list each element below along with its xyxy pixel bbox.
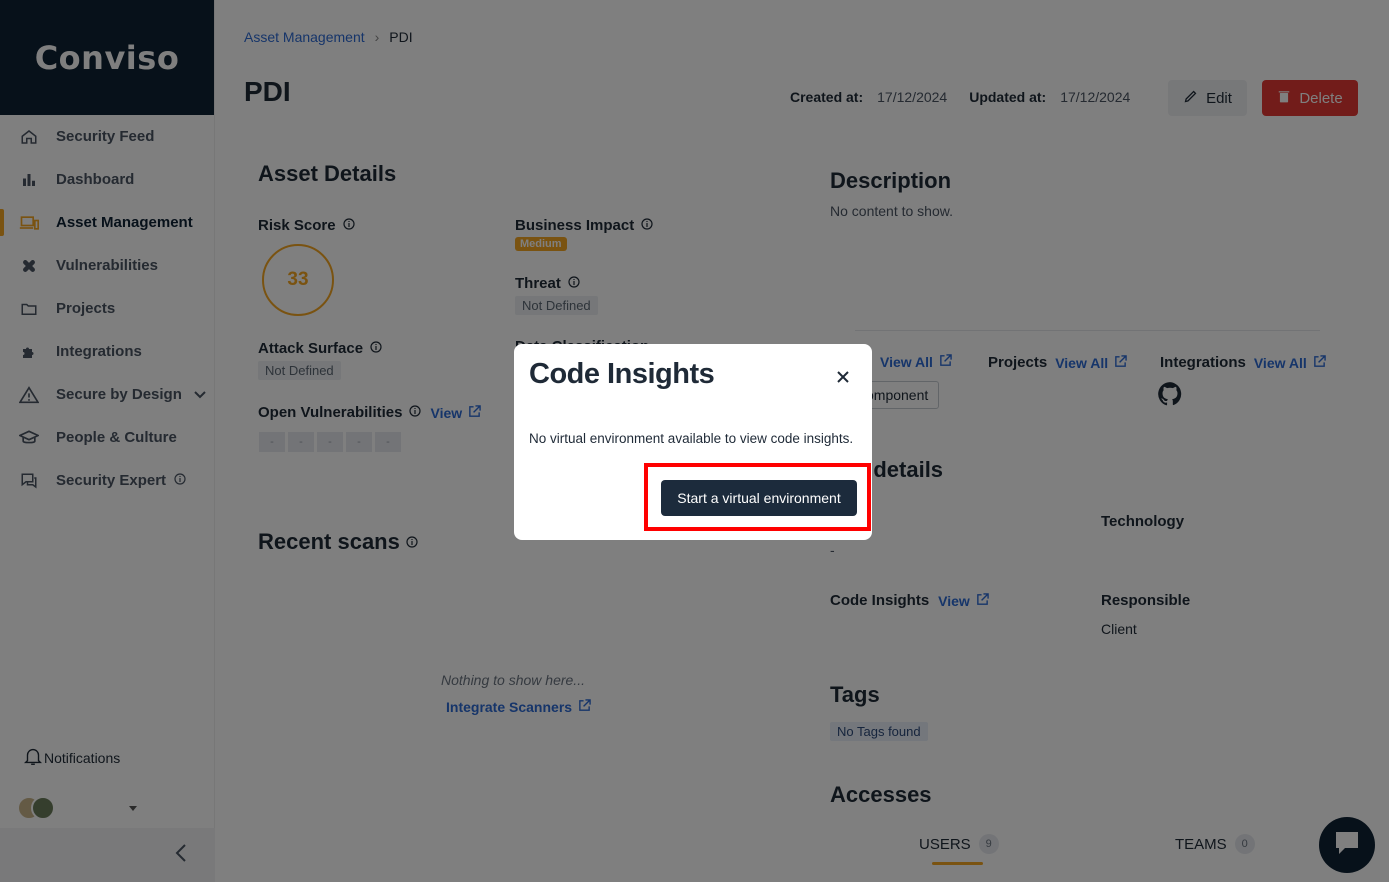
modal-title: Code Insights bbox=[529, 358, 715, 390]
close-icon[interactable] bbox=[834, 368, 852, 386]
modal-message: No virtual environment available to view… bbox=[529, 431, 854, 446]
highlight-box bbox=[644, 463, 871, 531]
